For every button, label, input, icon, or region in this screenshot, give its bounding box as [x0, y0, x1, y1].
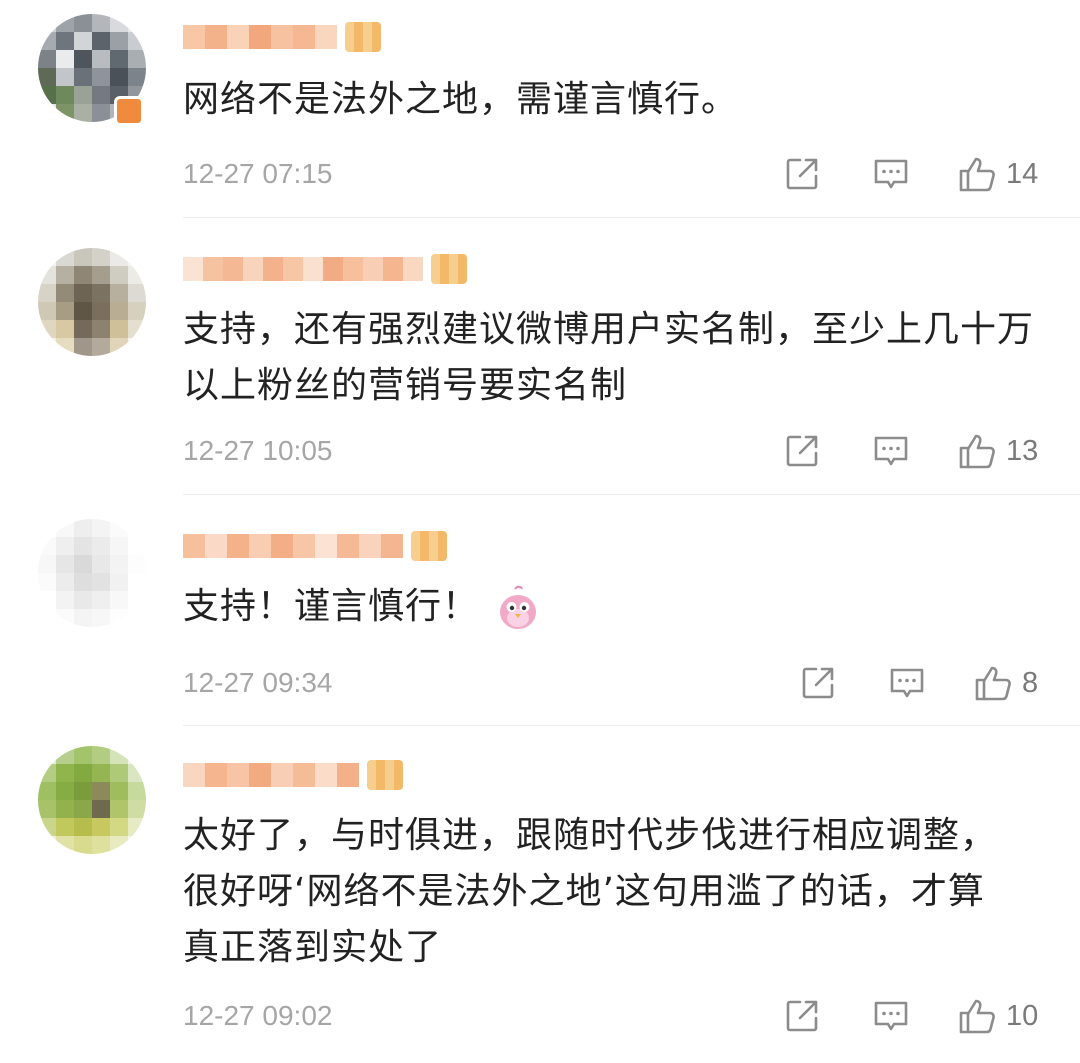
- comment-text: 支持，还有强烈建议微博用户实名制，至少上几十万以上粉丝的营销号要实名制: [183, 309, 1035, 406]
- thumbs-up-icon: [959, 434, 995, 469]
- avatar[interactable]: [38, 248, 146, 356]
- share-icon: [802, 667, 834, 699]
- comment-feed: 网络不是法外之地，需谨言慎行。 12-27 07:15 14 支持，还有强烈建议…: [0, 0, 1080, 1063]
- thumbs-up-icon: [975, 666, 1011, 701]
- comment-item: 太好了，与时俱进，跟随时代步伐进行相应调整，很好呀‘网络不是法外之地’这句用滥了…: [0, 726, 1080, 1063]
- comment-actions: 13: [784, 431, 1044, 471]
- comment-item: 网络不是法外之地，需谨言慎行。 12-27 07:15 14: [0, 0, 1080, 218]
- level-badge-icon: [411, 531, 447, 561]
- vip-badge: [114, 96, 144, 126]
- share-button[interactable]: [784, 998, 820, 1034]
- comment-text: 网络不是法外之地，需谨言慎行。: [183, 79, 739, 120]
- like-count: 10: [1006, 999, 1039, 1032]
- comment-item: 支持，还有强烈建议微博用户实名制，至少上几十万以上粉丝的营销号要实名制 12-2…: [0, 218, 1080, 495]
- share-button[interactable]: [784, 433, 820, 469]
- comment-text: 太好了，与时俱进，跟随时代步伐进行相应调整，很好呀‘网络不是法外之地’这句用滥了…: [183, 815, 998, 968]
- level-badge-icon: [367, 760, 403, 790]
- comment-meta: 12-27 09:34 8: [183, 663, 1044, 703]
- share-button[interactable]: [800, 665, 836, 701]
- like-count: 8: [1022, 666, 1039, 699]
- username-blurred[interactable]: [183, 20, 381, 54]
- comment-text-content: 支持！谨言慎行！: [183, 586, 480, 627]
- comment-actions: 14: [784, 154, 1044, 194]
- share-icon: [786, 158, 818, 190]
- comment-actions: 10: [784, 996, 1044, 1036]
- comment-actions: 8: [800, 663, 1044, 703]
- timestamp: 12-27 10:05: [183, 435, 333, 466]
- timestamp: 12-27 07:15: [183, 158, 333, 189]
- comment-icon: [874, 159, 908, 189]
- level-badge-icon: [345, 22, 381, 52]
- username-blurred[interactable]: [183, 252, 467, 286]
- share-icon: [786, 1000, 818, 1032]
- like-count: 13: [1006, 434, 1039, 467]
- comment-icon: [874, 436, 908, 466]
- comment-icon: [874, 1001, 908, 1031]
- share-icon: [786, 435, 818, 467]
- comment-meta: 12-27 07:15 14: [183, 154, 1044, 194]
- level-badge-icon: [431, 254, 467, 284]
- comment-item: 支持！谨言慎行！ 12-27 09:34 8: [0, 495, 1080, 726]
- reply-button[interactable]: [888, 665, 926, 701]
- avatar[interactable]: [38, 519, 146, 627]
- avatar[interactable]: [38, 746, 146, 854]
- thumbs-up-icon: [959, 999, 995, 1034]
- comment-meta: 12-27 09:02 10: [183, 996, 1044, 1036]
- comment-icon: [890, 668, 924, 698]
- comment-text: 支持！谨言慎行！: [183, 579, 1043, 635]
- reply-button[interactable]: [872, 156, 910, 192]
- username-blurred[interactable]: [183, 758, 403, 792]
- comment-meta: 12-27 10:05 13: [183, 431, 1044, 471]
- timestamp: 12-27 09:02: [183, 1000, 333, 1031]
- like-button[interactable]: 10: [958, 997, 1044, 1035]
- reply-button[interactable]: [872, 433, 910, 469]
- like-button[interactable]: 13: [958, 432, 1044, 470]
- like-button[interactable]: 8: [974, 664, 1044, 702]
- like-count: 14: [1006, 157, 1039, 190]
- pink-bird-emoji-icon: [497, 585, 539, 631]
- reply-button[interactable]: [872, 998, 910, 1034]
- like-button[interactable]: 14: [958, 155, 1044, 193]
- thumbs-up-icon: [959, 157, 995, 192]
- username-blurred[interactable]: [183, 529, 447, 563]
- share-button[interactable]: [784, 156, 820, 192]
- timestamp: 12-27 09:34: [183, 667, 333, 698]
